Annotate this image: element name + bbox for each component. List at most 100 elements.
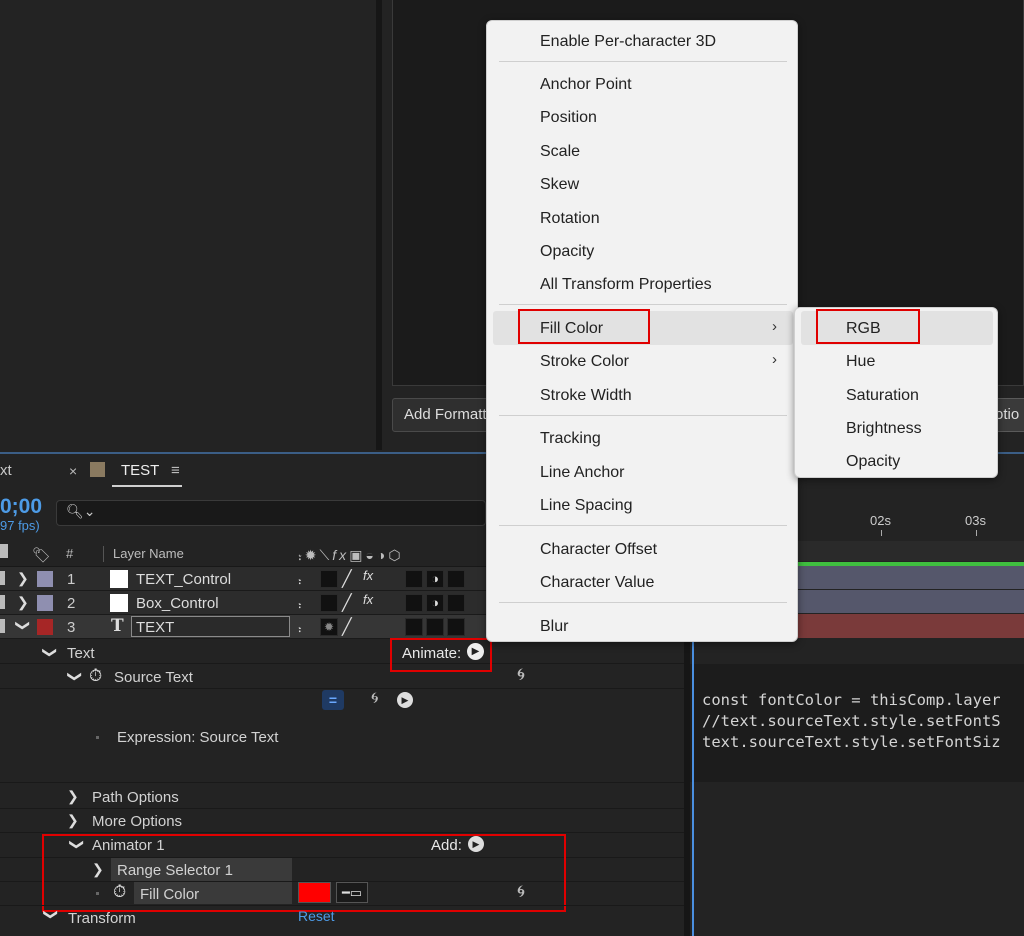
chevron-down-icon[interactable]: ❯ [42,909,59,921]
layer-label-color[interactable] [37,595,53,611]
switch-box[interactable] [447,570,465,588]
submenu-item-brightness[interactable]: Brightness [846,420,922,438]
layer-name[interactable]: TEXT_Control [136,571,231,588]
quality-switch-icon[interactable]: ╱ [342,617,352,637]
expression-language-menu-icon[interactable]: ▶ [397,692,413,708]
reset-link[interactable]: Reset [298,908,335,924]
annotation-highlight [390,638,492,672]
menu-item-opacity[interactable]: Opacity [540,243,594,261]
menu-item-tracking[interactable]: Tracking [540,430,601,448]
submenu-item-saturation[interactable]: Saturation [846,387,919,405]
menu-item-position[interactable]: Position [540,109,597,127]
effects-switch-icon[interactable]: fx [363,568,373,583]
layer-name[interactable]: Box_Control [136,595,219,612]
menu-item-blur[interactable]: Blur [540,618,568,636]
layer-number: 3 [67,619,76,636]
menu-item-scale[interactable]: Scale [540,143,580,161]
tab-test-composition[interactable]: TEST [121,462,159,479]
add-format-button[interactable]: Add Formatt [392,398,492,432]
chevron-right-icon[interactable]: ❯ [67,812,79,829]
expression-enable-toggle[interactable]: = [322,690,344,710]
chevron-down-icon[interactable]: ❯ [41,647,58,659]
menu-item-line-spacing[interactable]: Line Spacing [540,497,633,515]
layer-name[interactable]: TEXT [136,619,174,636]
shy-switch-icon[interactable]: ⹎ [298,570,301,588]
adjustment-switch-icon[interactable]: ◑ [426,594,444,612]
code-line: text.sourceText.style.setFontSiz [702,733,1001,751]
switch-box[interactable] [320,570,338,588]
annotation-highlight [518,309,650,344]
text-property-group[interactable]: Text [67,645,95,662]
layer-duration-bar[interactable] [796,566,1024,589]
source-text-property[interactable]: Source Text [114,669,193,686]
chevron-down-icon[interactable]: ❯ [66,671,83,683]
text-layer-icon: T [111,616,124,636]
menu-separator [499,304,787,305]
menu-item-enable-per-character-3d[interactable]: Enable Per-character 3D [540,33,716,51]
layer-number: 2 [67,595,76,612]
menu-item-all-transform-properties[interactable]: All Transform Properties [540,276,712,294]
chevron-right-icon[interactable]: ❯ [17,570,29,587]
visibility-icon[interactable] [0,595,5,609]
stopwatch-icon[interactable]: ⏱︎ [89,666,102,686]
shy-switch-icon[interactable]: ⹎ [298,594,301,612]
layer-search-input[interactable] [56,500,486,526]
column-layer-name[interactable]: Layer Name [113,546,184,561]
transform-group[interactable]: Transform [68,910,136,927]
visibility-icon[interactable] [0,619,5,633]
menu-item-character-offset[interactable]: Character Offset [540,541,657,559]
project-panel [0,0,376,448]
quality-switch-icon[interactable]: ╱ [342,569,352,589]
expression-code[interactable]: const fontColor = thisComp.layer //text.s… [702,690,1001,753]
visibility-icon[interactable] [0,571,5,585]
current-time-indicator[interactable] [692,640,694,936]
close-icon[interactable]: × [69,463,77,479]
layer-duration-bar[interactable] [796,590,1024,613]
switch-box[interactable] [405,570,423,588]
panel-menu-icon[interactable]: ≡ [171,462,180,479]
submenu-item-hue[interactable]: Hue [846,353,875,371]
switch-box[interactable] [405,618,423,636]
chevron-right-icon[interactable]: ❯ [67,788,79,805]
chevron-down-icon[interactable]: ❯ [14,620,31,632]
work-area-bar[interactable] [796,541,1024,561]
switch-box[interactable] [447,594,465,612]
menu-item-anchor-point[interactable]: Anchor Point [540,76,632,94]
layer-duration-bar[interactable] [796,614,1024,638]
effects-switch-icon[interactable]: fx [363,592,373,607]
chevron-right-icon[interactable]: ❯ [17,594,29,611]
expression-pickwhip-icon[interactable]: 🌀︎ [517,665,525,685]
search-icon[interactable]: 🔍︎⌄ [66,503,96,520]
layer-label-color[interactable] [37,619,53,635]
switch-box[interactable] [426,618,444,636]
switch-box[interactable] [447,618,465,636]
menu-item-stroke-color[interactable]: Stroke Color [540,353,629,371]
tab-previous[interactable]: xt [0,462,12,479]
adjustment-switch-icon[interactable]: ◑ [426,570,444,588]
chevron-right-icon: › [772,351,777,368]
chevron-right-icon: › [772,318,777,335]
column-divider [103,546,104,562]
shy-switch-icon[interactable]: ⹎ [298,618,301,636]
row-separator [0,832,684,833]
current-time-display[interactable]: 0;00 [0,495,42,519]
quality-switch-icon[interactable]: ╱ [342,593,352,613]
more-options-group[interactable]: More Options [92,813,182,830]
path-options-group[interactable]: Path Options [92,789,179,806]
time-ruler[interactable] [796,505,1024,539]
menu-item-line-anchor[interactable]: Line Anchor [540,464,625,482]
layer-label-color[interactable] [37,571,53,587]
menu-item-rotation[interactable]: Rotation [540,210,600,228]
menu-item-character-value[interactable]: Character Value [540,574,654,592]
layer-source-icon [110,570,128,588]
switch-box[interactable] [320,594,338,612]
layer-source-icon [110,594,128,612]
collapse-switch-icon[interactable]: ✹ [320,618,338,636]
active-tab-indicator [112,485,182,487]
submenu-item-opacity[interactable]: Opacity [846,453,900,471]
menu-item-skew[interactable]: Skew [540,176,579,194]
expression-pickwhip-icon[interactable]: 🌀︎ [371,690,379,708]
composition-icon [90,462,105,477]
switch-box[interactable] [405,594,423,612]
menu-item-stroke-width[interactable]: Stroke Width [540,387,632,405]
